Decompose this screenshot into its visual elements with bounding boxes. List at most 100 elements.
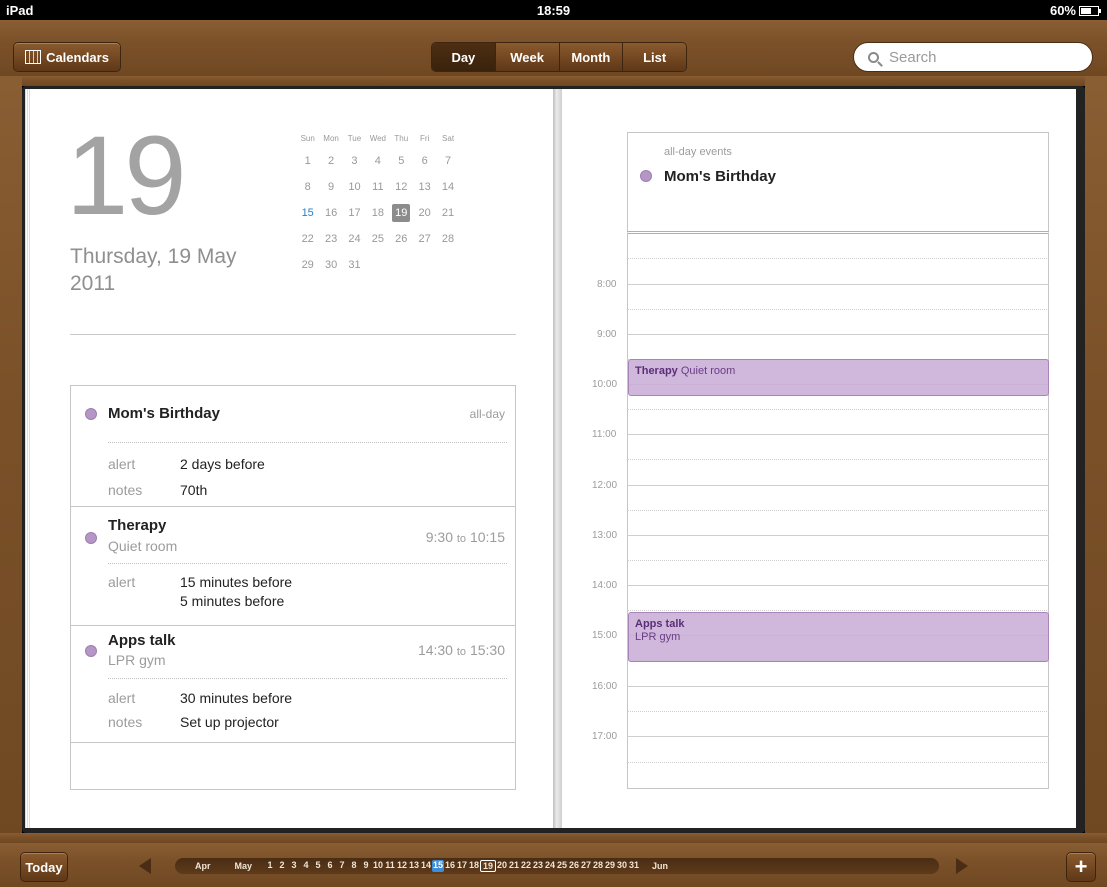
mini-day[interactable]: 11 (366, 174, 389, 200)
mini-day[interactable]: 9 (319, 174, 342, 200)
timeline-day[interactable]: 6 (324, 860, 336, 872)
mini-day-today[interactable]: 15 (296, 200, 319, 226)
mini-day[interactable]: 17 (343, 200, 366, 226)
mini-day[interactable]: 25 (366, 226, 389, 252)
mini-day[interactable]: 21 (436, 200, 459, 226)
event-block-apps-talk[interactable]: Apps talk LPR gym (628, 612, 1049, 662)
hour-label: 17:00 (592, 731, 618, 742)
timeline-day[interactable]: 13 (408, 860, 420, 872)
tab-list[interactable]: List (622, 43, 686, 71)
event-block-therapy[interactable]: Therapy Quiet room (628, 359, 1049, 396)
mini-day[interactable]: 18 (366, 200, 389, 226)
date-timeline[interactable]: Apr May 1 2 3 4 5 6 7 8 9 10 11 12 13 14 15 16 17 18 19 20 2… (175, 858, 939, 874)
alert-value: 2 days before (180, 456, 265, 472)
tab-month[interactable]: Month (558, 43, 623, 71)
timeline-day[interactable]: 10 (372, 860, 384, 872)
mini-day[interactable]: 4 (366, 148, 389, 174)
timeline-day[interactable]: 17 (456, 860, 468, 872)
mini-day-selected[interactable]: 19 (390, 200, 413, 226)
mini-day[interactable]: 27 (413, 226, 436, 252)
mini-day[interactable]: 26 (390, 226, 413, 252)
mini-day[interactable]: 24 (343, 226, 366, 252)
timeline-day[interactable]: 14 (420, 860, 432, 872)
calendar-color-dot (85, 408, 97, 420)
search-box[interactable] (853, 42, 1093, 72)
battery-icon (1079, 5, 1101, 16)
timeline-day[interactable]: 9 (360, 860, 372, 872)
timeline-day[interactable]: 25 (556, 860, 568, 872)
mini-day[interactable]: 6 (413, 148, 436, 174)
timeline-day[interactable]: 28 (592, 860, 604, 872)
mini-day[interactable]: 16 (319, 200, 342, 226)
mini-day[interactable]: 7 (436, 148, 459, 174)
event-item-moms-birthday[interactable]: Mom's Birthday all-day alert 2 days befo… (71, 386, 515, 507)
clock: 18:59 (536, 3, 571, 18)
timeline-day[interactable]: 26 (568, 860, 580, 872)
timeline-day[interactable]: 20 (496, 860, 508, 872)
all-day-event[interactable]: Mom's Birthday (664, 168, 776, 185)
mini-day[interactable]: 13 (413, 174, 436, 200)
timeline-day[interactable]: 5 (312, 860, 324, 872)
timeline-day[interactable]: 19 (480, 860, 497, 872)
timeline-day[interactable]: 24 (544, 860, 556, 872)
timeline-day[interactable]: 12 (396, 860, 408, 872)
calendars-button[interactable]: Calendars (13, 42, 121, 72)
timeline-month[interactable]: May (223, 861, 265, 871)
hour-line (627, 334, 1049, 335)
next-arrow-icon[interactable] (956, 858, 968, 874)
timeline-day[interactable]: 4 (300, 860, 312, 872)
timeline-day[interactable]: 22 (520, 860, 532, 872)
timeline-day[interactable]: 31 (628, 860, 640, 872)
add-event-button[interactable]: + (1066, 852, 1096, 882)
timeline-day[interactable]: 27 (580, 860, 592, 872)
mini-day[interactable]: 5 (390, 148, 413, 174)
search-input[interactable] (889, 48, 1069, 66)
event-location: LPR gym (108, 652, 166, 668)
mini-day[interactable]: 29 (296, 252, 319, 278)
mini-day[interactable]: 28 (436, 226, 459, 252)
event-item-therapy[interactable]: Therapy Quiet room 9:30 to 10:15 alert 1… (71, 507, 515, 626)
timeline-day[interactable]: 11 (384, 860, 396, 872)
today-button[interactable]: Today (20, 852, 68, 882)
previous-arrow-icon[interactable] (139, 858, 151, 874)
timeline-day[interactable]: 1 (264, 860, 276, 872)
timeline-day[interactable]: 30 (616, 860, 628, 872)
search-icon (868, 51, 879, 63)
timeline-day[interactable]: 8 (348, 860, 360, 872)
calendar-color-dot (85, 645, 97, 657)
event-title: Therapy (108, 517, 167, 534)
mini-day[interactable]: 23 (319, 226, 342, 252)
mini-day[interactable]: 10 (343, 174, 366, 200)
mini-day[interactable]: 20 (413, 200, 436, 226)
event-item-apps-talk[interactable]: Apps talk LPR gym 14:30 to 15:30 alert 3… (71, 626, 515, 743)
timeline-month[interactable]: Jun (640, 861, 680, 871)
mini-day[interactable]: 12 (390, 174, 413, 200)
timeline-day[interactable]: 3 (288, 860, 300, 872)
mini-day[interactable]: 3 (343, 148, 366, 174)
timeline-day[interactable]: 2 (276, 860, 288, 872)
mini-day[interactable]: 1 (296, 148, 319, 174)
timeline-day[interactable]: 7 (336, 860, 348, 872)
timeline-day[interactable]: 15 (432, 860, 445, 872)
timeline-day[interactable]: 23 (532, 860, 544, 872)
divider (70, 334, 516, 335)
mini-calendar: Sun Mon Tue Wed Thu Fri Sat 1 2 3 4 5 6 … (296, 128, 460, 278)
mini-day[interactable]: 22 (296, 226, 319, 252)
timeline-day[interactable]: 21 (508, 860, 520, 872)
hour-label: 12:00 (592, 480, 618, 491)
mini-day[interactable]: 30 (319, 252, 342, 278)
mini-day[interactable]: 14 (436, 174, 459, 200)
timeline-day[interactable]: 29 (604, 860, 616, 872)
hour-line (627, 434, 1049, 435)
mini-day[interactable]: 8 (296, 174, 319, 200)
timeline-day[interactable]: 16 (444, 860, 456, 872)
mini-day[interactable]: 31 (343, 252, 366, 278)
mini-day[interactable]: 2 (319, 148, 342, 174)
timeline-day[interactable]: 18 (468, 860, 480, 872)
alert-label: alert (108, 690, 136, 706)
timeline-month[interactable]: Apr (183, 861, 223, 871)
event-time: 14:30 to 15:30 (418, 642, 505, 658)
tab-week[interactable]: Week (494, 43, 559, 71)
hour-label: 9:00 (597, 329, 617, 340)
tab-day[interactable]: Day (432, 43, 495, 71)
